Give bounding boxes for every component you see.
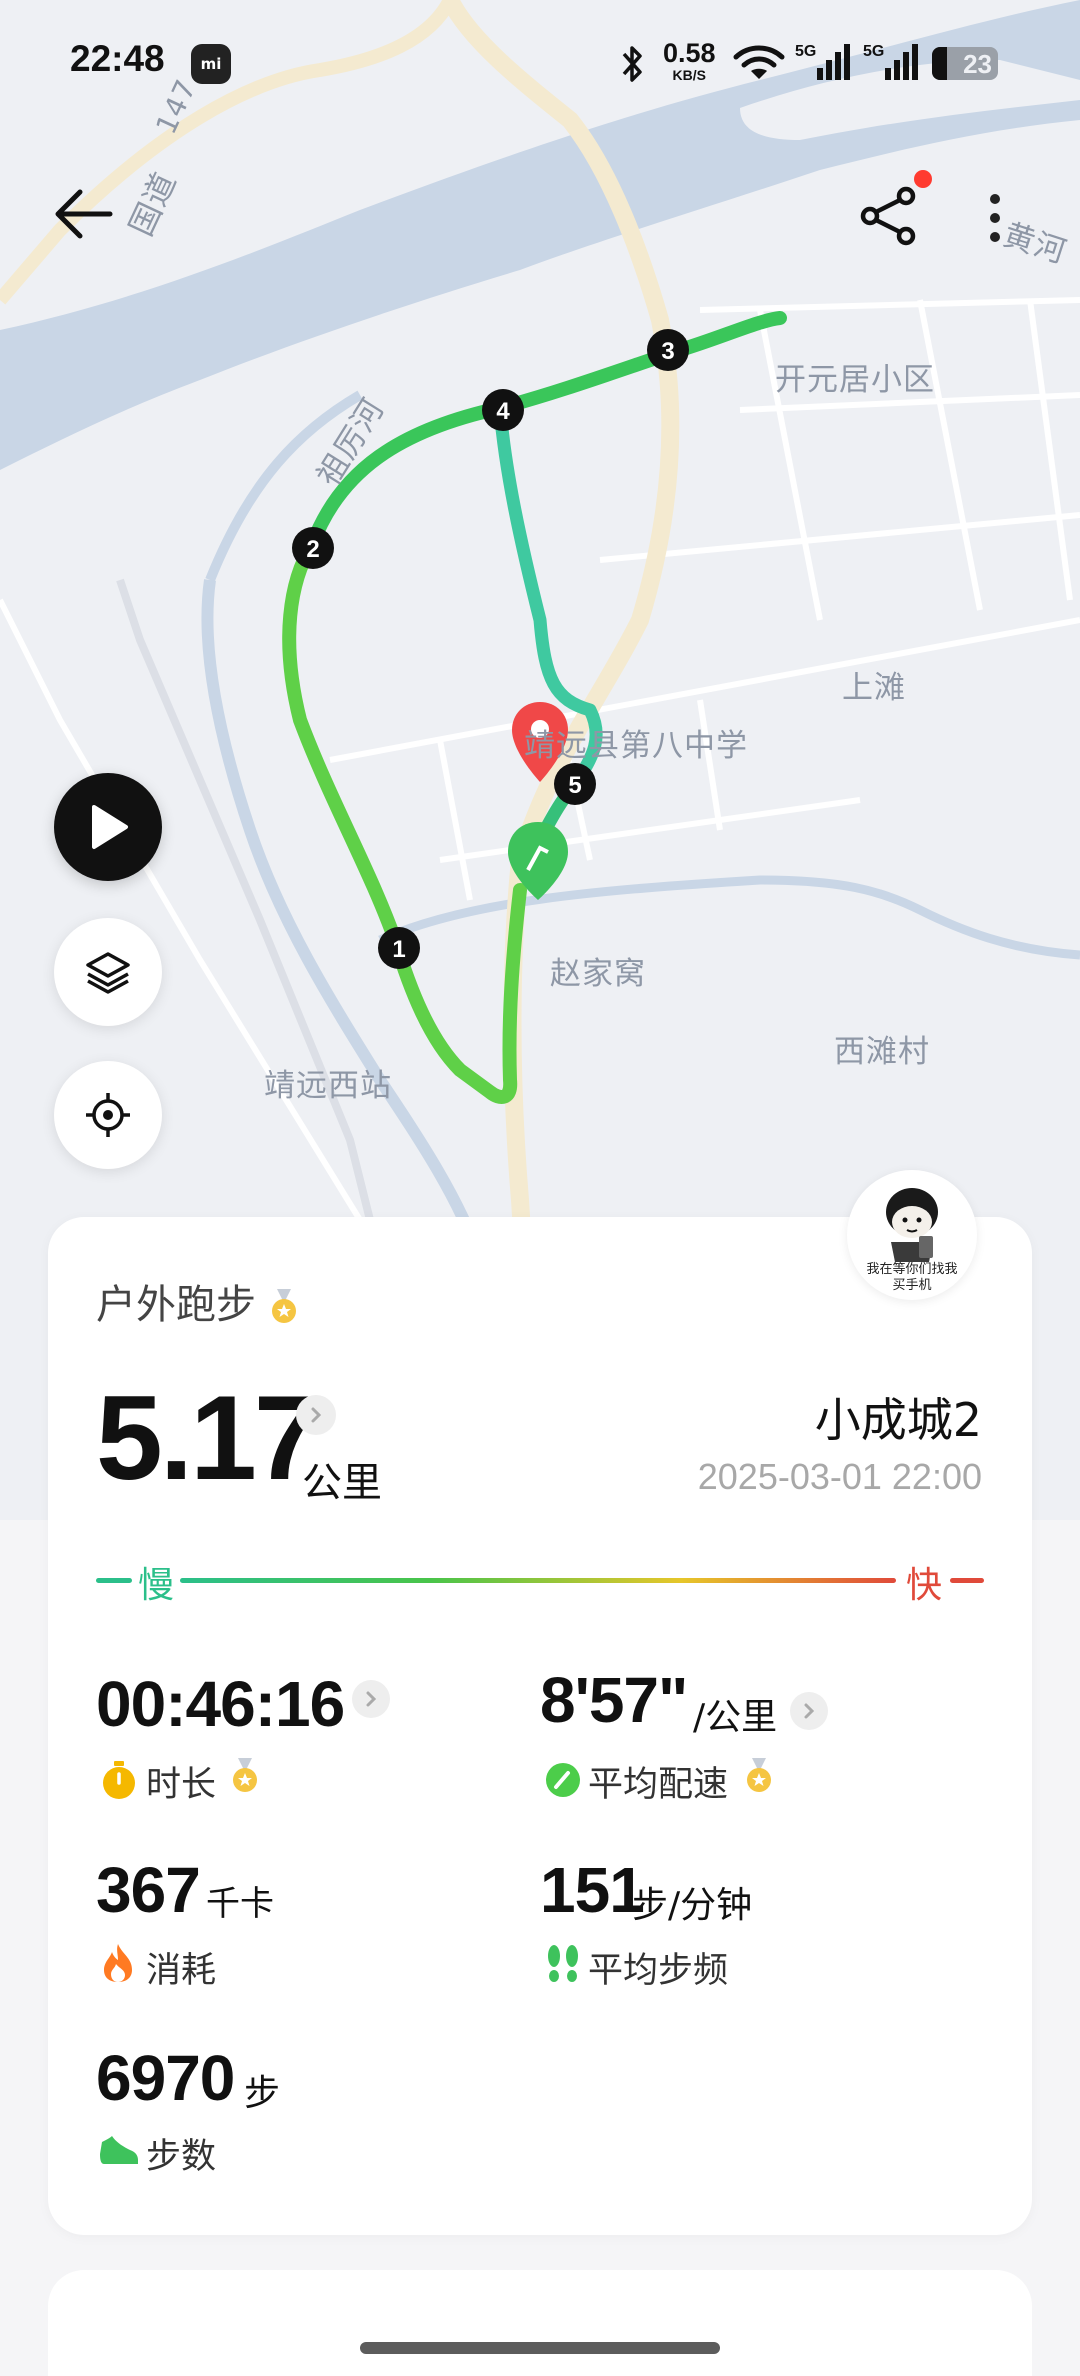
- network-speed-unit: KB/S: [672, 67, 706, 83]
- duration-detail-chevron[interactable]: [352, 1680, 390, 1718]
- avatar-caption-line1: 我在等你们找我: [866, 1262, 958, 1277]
- avatar-caption-line2: 买手机: [892, 1278, 932, 1293]
- network-speed-value: 0.58: [663, 38, 716, 68]
- flame-icon: [104, 1944, 132, 1982]
- locate-icon: [86, 1093, 130, 1137]
- steps-unit: 步: [244, 2073, 281, 2114]
- more-vertical-icon[interactable]: [985, 190, 1005, 246]
- activity-type-label: 户外跑步: [96, 1282, 256, 1328]
- pace-legend-left-tick: [96, 1578, 132, 1583]
- calories-label: 消耗: [146, 1951, 217, 1991]
- network-speed: 0.58 KB/S: [663, 38, 716, 83]
- home-indicator[interactable]: [360, 2342, 720, 2354]
- km-marker-2-label: 2: [306, 536, 319, 563]
- locate-button[interactable]: [54, 1061, 162, 1169]
- bluetooth-icon: [622, 46, 642, 82]
- avg-pace-value: 8'57": [540, 1664, 688, 1736]
- next-section-card: [48, 2270, 1032, 2376]
- map-label-kaiyuan: 开元居小区: [775, 362, 935, 398]
- cadence-label: 平均步频: [588, 1951, 729, 1991]
- chevron-right-icon: [311, 1407, 322, 1423]
- avg-pace-label: 平均配速: [588, 1765, 729, 1805]
- map-label-shangtan: 上滩: [842, 670, 906, 706]
- map-label-station: 靖远西站: [264, 1068, 392, 1104]
- pace-gradient-bar: [180, 1578, 896, 1583]
- signal-5g-1-icon: 5G: [795, 43, 850, 80]
- workout-datetime: 2025-03-01 22:00: [697, 1456, 982, 1497]
- pace-legend-right-tick: [950, 1578, 984, 1583]
- cadence-value: 151: [540, 1854, 645, 1926]
- running-shoe-icon: [100, 2136, 138, 2164]
- medal-icon: [233, 1758, 257, 1792]
- medal-icon: [271, 1289, 296, 1323]
- km-marker-3-label: 3: [661, 338, 674, 365]
- calories-unit: 千卡: [206, 1884, 274, 1924]
- chevron-right-icon: [366, 1691, 377, 1707]
- battery-level: 23: [963, 49, 992, 79]
- svg-text:5G: 5G: [795, 43, 816, 60]
- distance-unit: 公里: [302, 1460, 382, 1506]
- pace-legend-slow: 慢: [138, 1565, 175, 1606]
- avatar-caption: 我在等你们找我 买手机: [847, 1262, 977, 1294]
- steps-label: 步数: [146, 2137, 217, 2177]
- chevron-right-icon: [804, 1703, 815, 1719]
- medal-icon: [747, 1758, 771, 1792]
- play-icon: [92, 805, 128, 849]
- stopwatch-icon: [103, 1761, 135, 1799]
- footprints-icon: [548, 1945, 578, 1982]
- svg-text:5G: 5G: [863, 43, 884, 60]
- duration-value: 00:46:16: [96, 1668, 345, 1740]
- avg-pace-detail-chevron[interactable]: [790, 1692, 828, 1730]
- pace-gauge-icon: [546, 1763, 580, 1797]
- distance-value: 5.17: [96, 1371, 321, 1505]
- play-replay-button[interactable]: [54, 773, 162, 881]
- wifi-icon: [733, 45, 785, 79]
- back-arrow-icon[interactable]: [52, 186, 116, 242]
- map-label-xitancun: 西滩村: [834, 1034, 930, 1070]
- map-layers-button[interactable]: [54, 918, 162, 1026]
- km-marker-5-label: 5: [568, 772, 581, 799]
- status-time: 22:48: [70, 38, 165, 79]
- map-label-zhaojiawo: 赵家窝: [550, 956, 646, 992]
- km-marker-4-label: 4: [496, 398, 510, 425]
- workout-location: 小成城2: [814, 1393, 982, 1447]
- avg-pace-unit: /公里: [693, 1697, 778, 1738]
- distance-detail-chevron[interactable]: [296, 1395, 336, 1435]
- steps-value: 6970: [96, 2042, 235, 2114]
- cadence-unit: 步/分钟: [632, 1885, 753, 1926]
- share-icon[interactable]: [858, 184, 922, 248]
- notification-dot: [914, 170, 932, 188]
- calories-value: 367: [96, 1854, 201, 1926]
- duration-label: 时长: [146, 1765, 217, 1805]
- status-bar: 22:48 mi 0.58 KB/S 5G 5G 23: [0, 0, 1080, 130]
- activity-type: 户外跑步: [96, 1272, 299, 1330]
- signal-5g-2-icon: 5G: [863, 43, 918, 80]
- map-label-school: 靖远县第八中学: [524, 728, 748, 764]
- canal: [378, 875, 1080, 960]
- mi-app-badge-icon: mi: [191, 44, 231, 84]
- km-marker-1-label: 1: [392, 936, 405, 963]
- pace-legend-fast: 快: [906, 1565, 943, 1606]
- battery-icon: 23: [932, 47, 998, 80]
- layers-icon: [86, 952, 130, 994]
- avatar[interactable]: 我在等你们找我 买手机: [847, 1170, 977, 1300]
